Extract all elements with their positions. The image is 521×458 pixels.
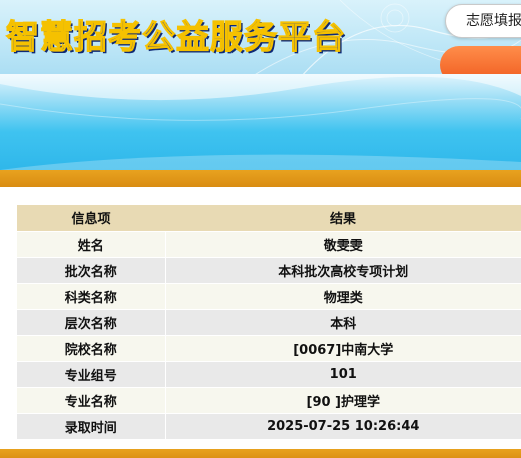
header-banner: 智慧招考公益服务平台 志愿填报: [0, 0, 521, 78]
row-label: 批次名称: [17, 257, 166, 284]
table-row: 科类名称 物理类: [17, 283, 521, 310]
row-label: 录取时间: [17, 413, 166, 440]
table-row: 专业名称 [90 ]护理学: [17, 387, 521, 414]
row-value: 101: [165, 361, 521, 388]
table-row: 录取时间 2025-07-25 10:26:44: [17, 413, 521, 440]
wave-decoration: [0, 74, 521, 170]
table-row: 专业组号 101: [17, 361, 521, 388]
row-label: 姓名: [17, 231, 166, 258]
nav-tab-volunteer[interactable]: 志愿填报: [445, 4, 521, 38]
column-header-result: 结果: [165, 205, 521, 232]
decorative-blue-band: [0, 74, 521, 170]
row-value: [90 ]护理学: [165, 387, 521, 414]
row-value: 敬雯雯: [165, 231, 521, 258]
admission-result-table: 信息项 结果 姓名 敬雯雯 批次名称 本科批次高校专项计划 科类名称 物理类 层…: [17, 205, 521, 440]
table-row: 层次名称 本科: [17, 309, 521, 336]
orange-divider-bottom: [0, 449, 521, 458]
row-label: 专业组号: [17, 361, 166, 388]
row-value: 本科: [165, 309, 521, 336]
orange-divider-top: [0, 170, 521, 187]
table-row: 院校名称 [0067]中南大学: [17, 335, 521, 362]
row-value: 本科批次高校专项计划: [165, 257, 521, 284]
row-label: 科类名称: [17, 283, 166, 310]
page: 智慧招考公益服务平台 志愿填报 信息项 结果 姓名 敬雯雯 批次名称 本科批次高…: [0, 0, 521, 458]
table-header-row: 信息项 结果: [17, 205, 521, 232]
row-value: 物理类: [165, 283, 521, 310]
table-row: 姓名 敬雯雯: [17, 231, 521, 258]
row-value: 2025-07-25 10:26:44: [165, 413, 521, 440]
row-value: [0067]中南大学: [165, 335, 521, 362]
site-title: 智慧招考公益服务平台: [5, 16, 346, 56]
column-header-item: 信息项: [17, 205, 165, 232]
table-row: 批次名称 本科批次高校专项计划: [17, 257, 521, 284]
row-label: 专业名称: [17, 387, 166, 414]
row-label: 层次名称: [17, 309, 166, 336]
row-label: 院校名称: [17, 335, 166, 362]
